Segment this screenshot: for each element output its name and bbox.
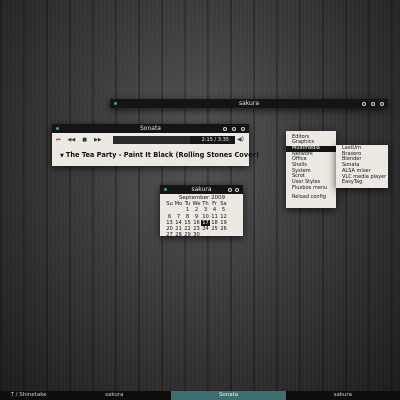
calendar-day [201, 232, 210, 238]
progress-bar[interactable]: 2:15 / 3:35 [113, 136, 235, 144]
fast-forward-icon[interactable]: ▶▶ [94, 137, 102, 143]
sonata-window: Sonata ⏮ ◀◀ ■ ▶▶ 2:15 / 3:35 ◀) ▼ The Tea… [52, 124, 259, 166]
root-menu: Editors Graphics Multimedia Network Office Sh… [286, 131, 336, 208]
volume-icon[interactable]: ◀) [237, 136, 244, 143]
calendar-day[interactable]: 30 [192, 232, 201, 238]
titlebar[interactable]: sakura [110, 99, 388, 108]
submenu-item-easytag[interactable]: EasyTag [336, 180, 388, 186]
calendar-week: 27 28 29 30 [165, 232, 239, 238]
maximize-icon[interactable] [371, 101, 375, 106]
stop-icon[interactable]: ■ [82, 137, 87, 143]
window-menu-icon[interactable] [114, 102, 117, 105]
previous-track-icon[interactable]: ⏮ [56, 137, 61, 143]
time-display: 2:15 / 3:35 [201, 137, 229, 143]
iconify-icon[interactable] [362, 101, 366, 106]
window-menu-icon[interactable] [56, 127, 59, 130]
current-song: ▼ The Tea Party - Paint It Black (Rolling… [60, 151, 259, 159]
titlebar[interactable]: Sonata [52, 124, 249, 133]
taskbar-item[interactable]: Sonata [171, 391, 286, 400]
progress-fill [113, 136, 190, 144]
window-title: Sonata [140, 125, 161, 132]
rewind-icon[interactable]: ◀◀ [68, 137, 76, 143]
maximize-icon[interactable] [232, 126, 236, 131]
close-icon[interactable] [235, 187, 239, 192]
titlebar[interactable]: sakura [160, 185, 243, 194]
calendar-window: sakura September 2009 Su Mo Tu We Th Fr Sa 123… [160, 185, 243, 239]
calendar-day[interactable]: 27 [165, 232, 174, 238]
sakura-window-titlebar[interactable]: sakura [110, 99, 388, 108]
calendar-day[interactable]: 28 [174, 232, 183, 238]
window-menu-icon[interactable] [164, 188, 167, 191]
calendar-body: September 2009 Su Mo Tu We Th Fr Sa 1234567891… [160, 194, 243, 239]
calendar-grid: 1 2 3 4 5 6 7 8 9 10 11 12 13 14 15 16 17 18 19 20 21 22 23 24 2… [165, 207, 239, 238]
song-title: The Tea Party - Paint It Black (Rolling … [65, 151, 259, 159]
window-title: sakura [238, 100, 260, 107]
menu-items: Editors Graphics Multimedia Network Office Sh… [286, 134, 336, 192]
expand-arrow-icon[interactable]: ▼ [60, 153, 64, 159]
taskbar: T / Shinetake sakura Sonata sakura [0, 391, 400, 400]
multimedia-submenu: LastUrn Brasero Blender Sonata ALSA mixer VLC… [336, 145, 388, 188]
window-title: sakura [191, 186, 212, 193]
taskbar-item[interactable]: T / Shinetake [0, 391, 57, 400]
menu-item-reload-config[interactable]: Reload config [286, 194, 336, 201]
taskbar-item[interactable]: sakura [286, 391, 400, 400]
calendar-day [210, 232, 219, 238]
taskbar-item[interactable]: sakura [57, 391, 171, 400]
playback-controls: ⏮ ◀◀ ■ ▶▶ [56, 137, 102, 143]
calendar-day [219, 232, 228, 238]
calendar-day[interactable]: 29 [183, 232, 192, 238]
close-icon[interactable] [380, 101, 384, 106]
iconify-icon[interactable] [223, 126, 227, 131]
close-icon[interactable] [241, 126, 245, 131]
maximize-icon[interactable] [228, 187, 232, 192]
